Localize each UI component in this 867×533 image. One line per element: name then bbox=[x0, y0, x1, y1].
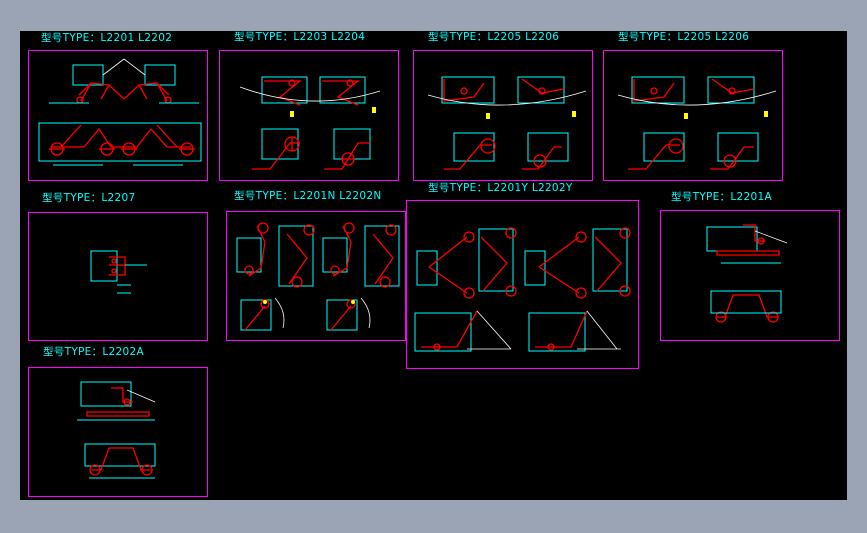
drawing-frame-l2207[interactable] bbox=[28, 212, 208, 341]
drawing-frame-l2201a[interactable] bbox=[660, 210, 840, 341]
panel-title-l2205-l2206-a: 型号TYPE：L2205 L2206 bbox=[428, 31, 560, 43]
panel-title-l2207: 型号TYPE：L2207 bbox=[42, 192, 136, 204]
panel-title-l2201-l2202: 型号TYPE：L2201 L2202 bbox=[41, 32, 173, 44]
drawing-frame-l2205-l2206-a[interactable] bbox=[413, 50, 593, 181]
panel-title-l2203-l2204: 型号TYPE：L2203 L2204 bbox=[234, 31, 366, 43]
panel-title-l2201y-l2202y: 型号TYPE：L2201Y L2202Y bbox=[428, 182, 573, 194]
panel-title-l2205-l2206-b: 型号TYPE：L2205 L2206 bbox=[618, 31, 750, 43]
drawing-canvas[interactable]: 型号TYPE：L2201 L2202 型号TYPE：L2203 L2204 型号… bbox=[20, 31, 847, 500]
drawing-frame-l2202a[interactable] bbox=[28, 367, 208, 497]
drawing-frame-l2201y-l2202y[interactable] bbox=[406, 200, 639, 369]
drawing-frame-l2205-l2206-b[interactable] bbox=[603, 50, 783, 181]
drawing-frame-l2203-l2204[interactable] bbox=[219, 50, 399, 181]
drawing-frame-l2201n-l2202n[interactable] bbox=[226, 211, 406, 341]
drawing-frame-l2201-l2202[interactable] bbox=[28, 50, 208, 181]
panel-title-l2202a: 型号TYPE：L2202A bbox=[43, 346, 144, 358]
panel-title-l2201a: 型号TYPE：L2201A bbox=[671, 191, 772, 203]
panel-title-l2201n-l2202n: 型号TYPE：L2201N L2202N bbox=[234, 190, 382, 202]
